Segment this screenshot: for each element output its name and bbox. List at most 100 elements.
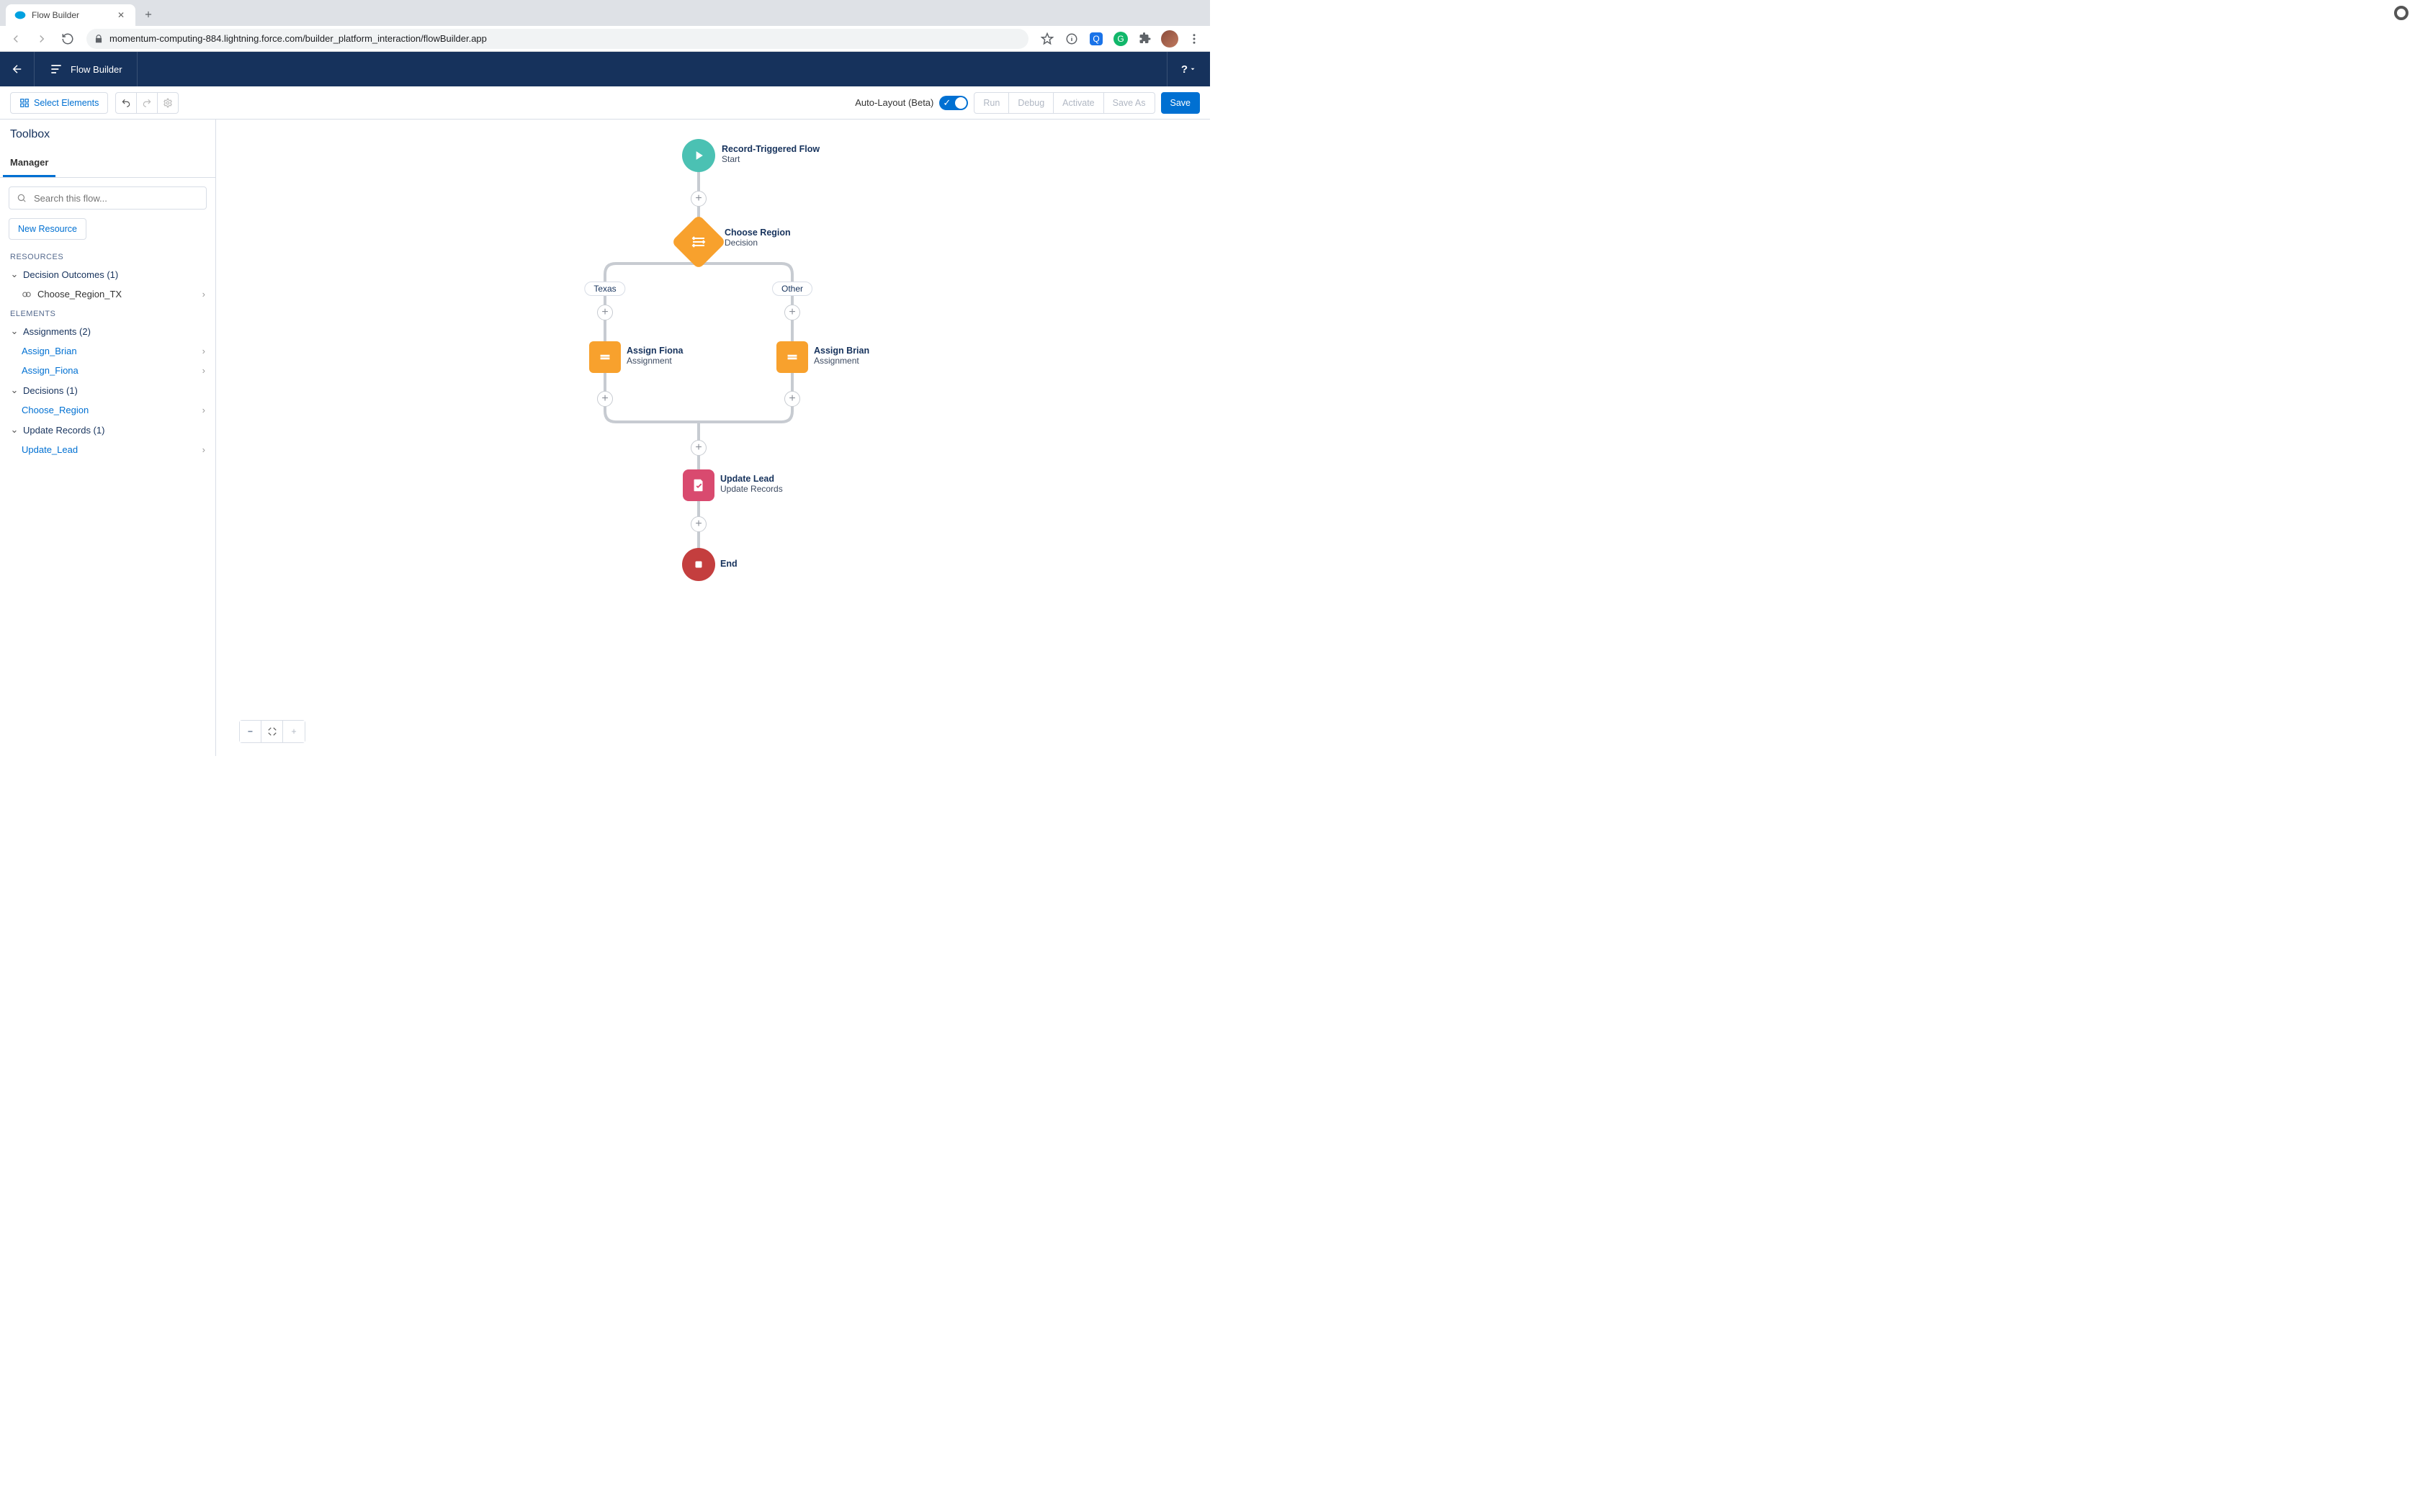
- help-menu[interactable]: ?: [1167, 52, 1210, 86]
- elements-section-label: ELEMENTS: [0, 304, 215, 321]
- assignment-icon: [597, 349, 613, 365]
- browser-toolbar: momentum-computing-884.lightning.force.c…: [0, 26, 1210, 52]
- tab-manager[interactable]: Manager: [3, 150, 55, 177]
- zoom-in-button[interactable]: +: [283, 721, 305, 742]
- chevron-right-icon: ›: [202, 289, 205, 300]
- element-update-lead[interactable]: Update_Lead ›: [0, 440, 215, 459]
- browser-tab-active[interactable]: Flow Builder ✕: [6, 4, 135, 26]
- resource-label: Choose_Region_TX: [37, 289, 122, 300]
- debug-button[interactable]: Debug: [1008, 92, 1054, 114]
- canvas-connectors: [216, 120, 1210, 753]
- activate-button[interactable]: Activate: [1053, 92, 1103, 114]
- add-element-button[interactable]: +: [691, 440, 707, 456]
- node-start[interactable]: [682, 139, 715, 172]
- node-assign-fiona[interactable]: [589, 341, 621, 373]
- node-start-sub: Start: [722, 154, 820, 164]
- extensions-icon[interactable]: [1134, 27, 1157, 50]
- element-label: Update_Lead: [22, 444, 78, 455]
- select-elements-button[interactable]: Select Elements: [10, 92, 108, 114]
- node-update-lead[interactable]: [683, 469, 714, 501]
- branch-label-right[interactable]: Other: [772, 282, 812, 296]
- add-element-button[interactable]: +: [691, 191, 707, 207]
- group-decision-outcomes[interactable]: ⌄ Decision Outcomes (1): [0, 264, 215, 284]
- save-as-button[interactable]: Save As: [1103, 92, 1155, 114]
- auto-layout-toggle[interactable]: ✓: [939, 96, 968, 110]
- flow-builder-icon: [49, 62, 63, 76]
- flow-canvas[interactable]: Record-Triggered Flow Start + Choose Reg…: [216, 120, 1210, 756]
- chevron-down-icon: ⌄: [10, 384, 19, 396]
- add-element-button[interactable]: +: [597, 305, 613, 320]
- group-assignments[interactable]: ⌄ Assignments (2): [0, 321, 215, 341]
- branch-label-left[interactable]: Texas: [584, 282, 625, 296]
- app-title-wrap: Flow Builder: [35, 52, 138, 86]
- chevron-down-icon: ⌄: [10, 325, 19, 337]
- node-end-title: End: [720, 559, 738, 569]
- browser-tab-title: Flow Builder: [32, 10, 115, 20]
- extension-1-icon[interactable]: Q: [1085, 27, 1108, 50]
- chevron-right-icon: ›: [202, 365, 205, 376]
- save-button[interactable]: Save: [1161, 92, 1201, 114]
- chevron-right-icon: ›: [202, 444, 205, 455]
- address-bar[interactable]: momentum-computing-884.lightning.force.c…: [86, 29, 1028, 49]
- element-assign-fiona[interactable]: Assign_Fiona ›: [0, 361, 215, 380]
- search-icon: [17, 193, 27, 203]
- element-label: Assign_Brian: [22, 346, 77, 356]
- action-bar: Select Elements Auto-Layout (Beta) ✓ Run…: [0, 86, 1210, 120]
- extension-2-icon[interactable]: G: [1109, 27, 1132, 50]
- chevron-right-icon: ›: [202, 346, 205, 356]
- node-update-sub: Update Records: [720, 484, 783, 494]
- redo-icon: [142, 98, 152, 108]
- element-label: Assign_Fiona: [22, 365, 79, 376]
- zoom-out-button[interactable]: −: [240, 721, 261, 742]
- browser-tabstrip: Flow Builder ✕: [0, 0, 1210, 26]
- settings-button[interactable]: [157, 92, 179, 114]
- run-button[interactable]: Run: [974, 92, 1009, 114]
- address-url: momentum-computing-884.lightning.force.c…: [109, 33, 487, 44]
- resources-section-label: RESOURCES: [0, 247, 215, 264]
- group-update-records[interactable]: ⌄ Update Records (1): [0, 420, 215, 440]
- browser-menu-icon[interactable]: [1183, 27, 1206, 50]
- node-assign-brian[interactable]: [776, 341, 808, 373]
- element-choose-region[interactable]: Choose_Region ›: [0, 400, 215, 420]
- new-tab-button[interactable]: [138, 4, 158, 24]
- node-assign-brian-title: Assign Brian: [814, 346, 869, 356]
- element-assign-brian[interactable]: Assign_Brian ›: [0, 341, 215, 361]
- search-wrap: [9, 186, 207, 210]
- history-group: [115, 92, 179, 114]
- add-element-button[interactable]: +: [784, 391, 800, 407]
- lock-icon: [94, 34, 104, 44]
- stop-icon: [692, 558, 705, 571]
- star-icon[interactable]: [1036, 27, 1059, 50]
- forward-icon[interactable]: [30, 27, 53, 50]
- group-update-records-label: Update Records (1): [23, 425, 104, 436]
- resource-choose-region-tx[interactable]: Choose_Region_TX ›: [0, 284, 215, 304]
- add-element-button[interactable]: +: [784, 305, 800, 320]
- node-start-title: Record-Triggered Flow: [722, 144, 820, 154]
- node-end[interactable]: [682, 548, 715, 581]
- close-icon[interactable]: ✕: [115, 9, 127, 21]
- node-update-title: Update Lead: [720, 474, 783, 484]
- chrome-profile-indicator: [2394, 6, 2408, 20]
- browser-actions: Q G: [1036, 27, 1206, 50]
- toolbox-tabs: Manager: [0, 150, 215, 178]
- back-icon[interactable]: [4, 27, 27, 50]
- fit-to-screen-button[interactable]: [261, 721, 283, 742]
- back-button[interactable]: [0, 52, 35, 86]
- element-label: Choose_Region: [22, 405, 89, 415]
- info-icon[interactable]: [1060, 27, 1083, 50]
- node-assign-fiona-title: Assign Fiona: [627, 346, 683, 356]
- gear-icon: [163, 98, 173, 108]
- reload-icon[interactable]: [56, 27, 79, 50]
- add-element-button[interactable]: +: [597, 391, 613, 407]
- redo-button[interactable]: [136, 92, 158, 114]
- undo-button[interactable]: [115, 92, 137, 114]
- new-resource-button[interactable]: New Resource: [9, 218, 86, 240]
- node-decision-title: Choose Region: [725, 228, 791, 238]
- run-group: Run Debug Activate Save As: [974, 92, 1155, 114]
- group-decisions[interactable]: ⌄ Decisions (1): [0, 380, 215, 400]
- search-input[interactable]: [32, 192, 199, 204]
- node-assign-fiona-sub: Assignment: [627, 356, 683, 366]
- toolbox-title: Toolbox: [0, 120, 215, 150]
- profile-avatar[interactable]: [1158, 27, 1181, 50]
- add-element-button[interactable]: +: [691, 516, 707, 532]
